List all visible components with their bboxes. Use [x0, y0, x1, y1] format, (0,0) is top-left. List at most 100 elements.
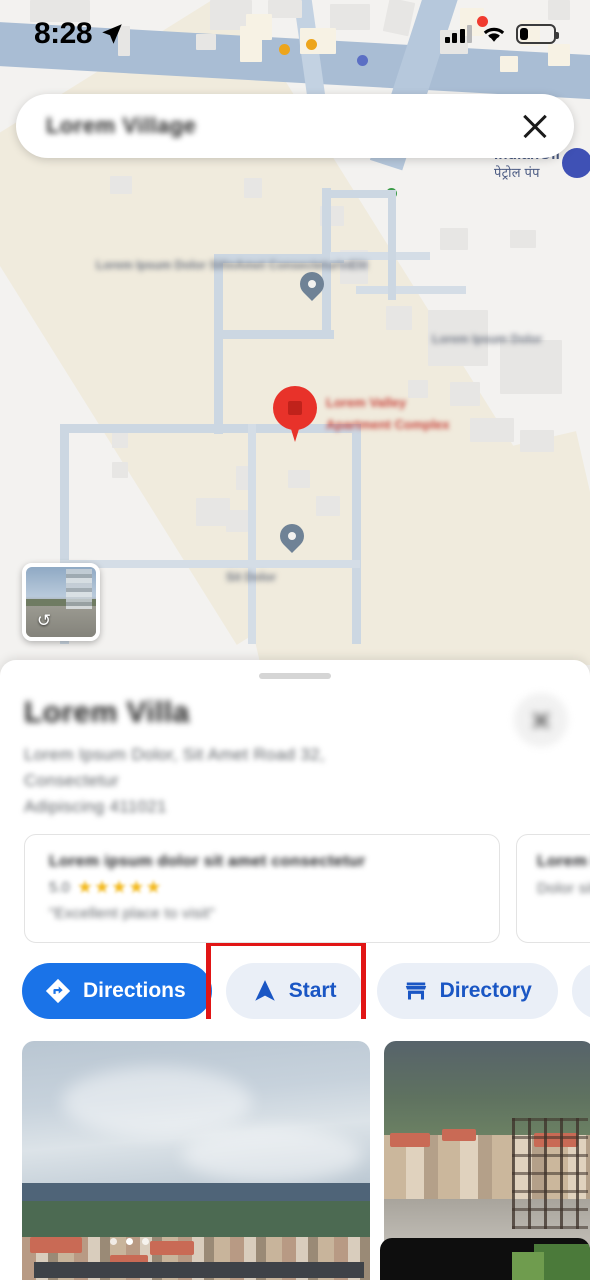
destination-label-line2: Apartment Complex — [326, 417, 450, 432]
map-road — [356, 286, 466, 294]
place-address-line2: Adipiscing 411021 — [24, 797, 167, 816]
map-poi-dot[interactable] — [357, 55, 368, 66]
directions-button[interactable]: Directions — [22, 963, 212, 1019]
photo-overlay-bar — [34, 1262, 364, 1278]
map-building — [330, 4, 370, 30]
map-building — [386, 306, 412, 330]
place-title: Lorem Villa — [24, 696, 190, 729]
pegman-rotate-icon: ↺ — [36, 611, 52, 630]
map-poi-label-upper[interactable]: Lorem Ipsum Dolor Sit\nAmet Consectetur\… — [96, 258, 368, 273]
photo-roof — [442, 1129, 476, 1141]
review-quote: "Excellent place to visit" — [49, 905, 216, 922]
photo-hills-clouds[interactable] — [22, 1041, 370, 1280]
page-dot[interactable] — [142, 1238, 149, 1245]
directory-button-label: Directory — [439, 979, 532, 1002]
review-score: 5.0 — [49, 878, 70, 896]
map-building — [112, 462, 128, 478]
map-road — [388, 190, 396, 300]
map-building — [118, 26, 130, 56]
fuel-poi-subtitle: पेट्रोल पंप — [494, 165, 540, 180]
photo-construction-hills[interactable] — [384, 1041, 590, 1255]
search-bar[interactable]: Lorem Village — [16, 94, 574, 158]
map-building — [316, 496, 340, 516]
map-poi-dot[interactable] — [306, 39, 317, 50]
review-headline: Lorem ipsum dolor sit amet consectetur — [49, 853, 366, 870]
photo-dark-green[interactable] — [380, 1238, 590, 1280]
map-pin-red-icon[interactable] — [273, 386, 317, 444]
map-road — [330, 190, 396, 198]
map-building — [450, 382, 480, 406]
map-building — [500, 56, 518, 72]
search-input[interactable]: Lorem Village — [46, 113, 520, 139]
map-pin-gray-icon[interactable] — [295, 267, 329, 302]
map-building — [226, 510, 248, 532]
map-building — [548, 0, 570, 20]
close-x-icon[interactable] — [520, 111, 550, 141]
review-card[interactable]: Lorem ipsum dolor sit amet consectetur 5… — [24, 834, 500, 943]
star-filled-icon: ★ — [76, 877, 93, 897]
map-building — [520, 20, 540, 46]
star-filled-icon: ★ — [94, 877, 111, 897]
review-card-peek[interactable]: Lorem ipsum Dolor sit — [516, 834, 590, 943]
map-road — [214, 330, 334, 339]
map-building — [440, 228, 468, 250]
map-building — [510, 230, 536, 248]
map-building — [246, 14, 272, 40]
destination-label-line1: Lorem Valley — [326, 395, 407, 410]
fuel-poi-icon[interactable] — [562, 148, 590, 178]
photo-dark-foliage-light — [512, 1252, 544, 1280]
map-building — [112, 432, 128, 448]
directory-button[interactable]: Directory — [376, 963, 558, 1019]
action-buttons-row[interactable]: Directions Start Directory — [0, 943, 590, 1019]
map-building — [244, 178, 262, 198]
map-road — [60, 560, 360, 568]
map-building — [500, 340, 562, 394]
map-poi-dot[interactable] — [279, 44, 290, 55]
map-pin-gray-icon-2[interactable] — [275, 519, 309, 554]
photo-roof — [390, 1133, 430, 1147]
map-building — [548, 44, 570, 66]
app-screen: Lorem Ipsum Dolor Sit\nAmet Consectetur\… — [0, 0, 590, 1280]
map-building — [300, 28, 336, 54]
map-building — [408, 380, 428, 398]
review-rating: 5.0 ★ ★ ★ ★ ★ — [49, 878, 475, 896]
page-dot-active[interactable] — [126, 1238, 133, 1245]
review-peek-headline: Lorem ipsum — [537, 853, 590, 870]
map-poi-label-right[interactable]: Lorem Ipsum Dolor — [432, 332, 542, 347]
star-filled-icon: ★ — [111, 877, 128, 897]
photo-roof — [30, 1237, 82, 1253]
review-cards-row[interactable]: Lorem ipsum dolor sit amet consectetur 5… — [0, 834, 590, 943]
photo-page-indicator[interactable] — [110, 1238, 149, 1245]
star-rating: ★ ★ ★ ★ ★ — [77, 878, 162, 896]
street-view-thumbnail[interactable]: ↺ — [22, 563, 100, 641]
map-building — [268, 0, 302, 18]
photo-roof — [150, 1241, 194, 1255]
place-address: Lorem Ipsum Dolor, Sit Amet Road 32, Con… — [24, 742, 424, 820]
map-building — [470, 418, 514, 442]
map-building — [460, 8, 484, 36]
storefront-icon — [405, 982, 426, 1000]
photo-scaffolding — [512, 1118, 588, 1230]
directions-button-label: Directions — [83, 979, 186, 1002]
navigation-arrow-icon — [254, 980, 275, 1001]
map-building — [520, 430, 554, 452]
close-circle-icon[interactable] — [514, 693, 568, 747]
map-building — [288, 470, 310, 488]
map-building — [196, 34, 216, 50]
photo-cloud — [182, 1127, 362, 1183]
place-header: Lorem Villa Lorem Ipsum Dolor, Sit Amet … — [0, 679, 590, 820]
map-poi-label-lower[interactable]: Sit Dolor — [226, 570, 276, 585]
review-peek-quote: Dolor sit — [537, 880, 590, 897]
save-button[interactable]: Save — [571, 963, 590, 1019]
start-button-label: Start — [288, 979, 337, 1002]
directions-arrow-icon — [45, 978, 71, 1004]
place-bottom-sheet[interactable]: Lorem Villa Lorem Ipsum Dolor, Sit Amet … — [0, 660, 590, 1280]
start-button-wrapper[interactable]: Start — [205, 943, 366, 1019]
map-road — [214, 374, 223, 434]
star-filled-icon: ★ — [145, 877, 162, 897]
page-dot[interactable] — [110, 1238, 117, 1245]
street-view-blur-block — [66, 569, 92, 609]
map-building — [382, 0, 416, 37]
map-building — [196, 498, 230, 526]
start-button[interactable]: Start — [225, 963, 363, 1019]
